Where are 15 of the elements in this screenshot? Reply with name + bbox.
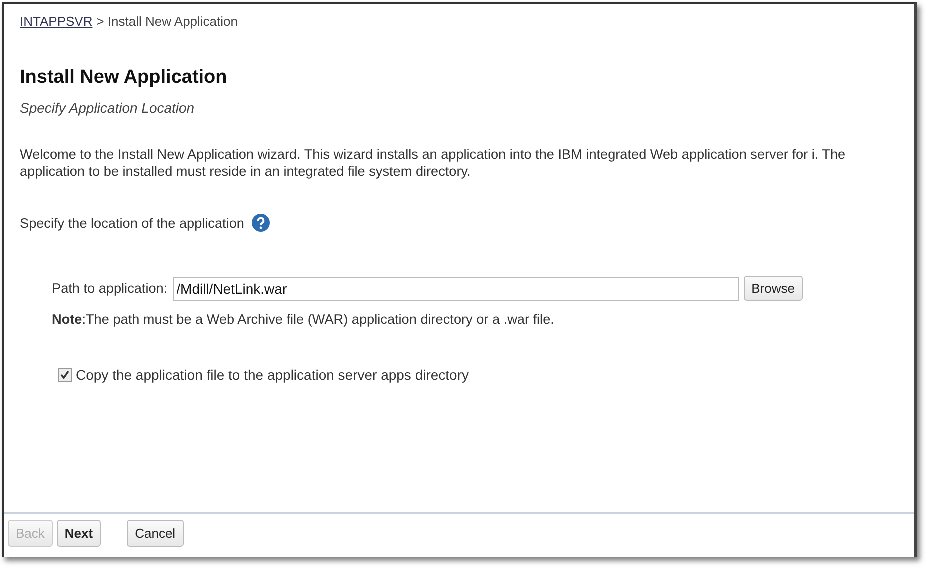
page-subtitle: Specify Application Location: [20, 100, 196, 116]
breadcrumb-link[interactable]: INTAPPSVR: [20, 14, 93, 29]
copy-option-label: Copy the application file to the application server apps directory: [76, 367, 469, 383]
note-text: Note:The path must be a Web Archive file (WAR) application directory or a .war file.: [52, 312, 556, 327]
page-title: Install New Application: [20, 67, 228, 89]
intro-text: Welcome to the Install New Application wizard. This wizard installs an application into the IBM integrated Web application server for i. The application to be installed must reside in an integrated file system directory.: [20, 146, 847, 180]
cancel-button[interactable]: Cancel: [127, 520, 184, 547]
path-field[interactable]: /Mdill/NetLink.war: [172, 276, 739, 300]
location-prompt: Specify the location of the application: [20, 216, 244, 230]
breadcrumb-current: > Install New Application: [96, 14, 238, 29]
help-icon[interactable]: [252, 214, 270, 232]
browse-button[interactable]: Browse: [744, 276, 803, 301]
next-button[interactable]: Next: [56, 520, 102, 547]
copy-checkbox[interactable]: [58, 368, 72, 382]
path-label: Path to application:: [52, 281, 168, 296]
